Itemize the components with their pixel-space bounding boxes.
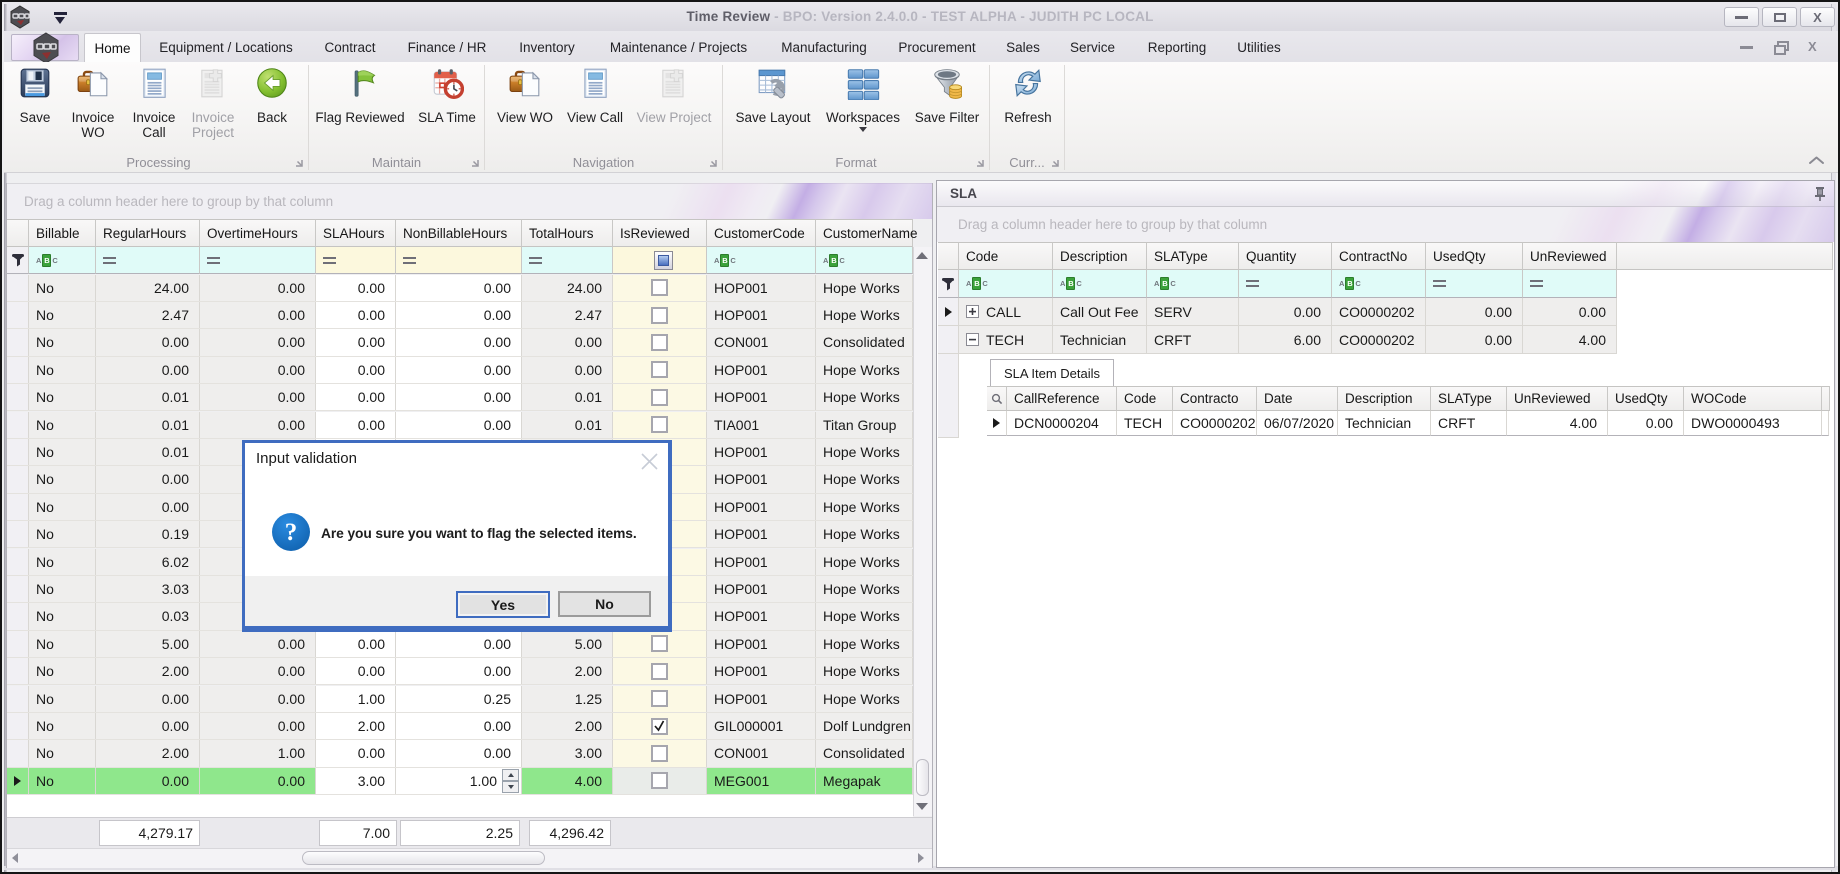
svg-text:?: ? xyxy=(285,519,298,546)
